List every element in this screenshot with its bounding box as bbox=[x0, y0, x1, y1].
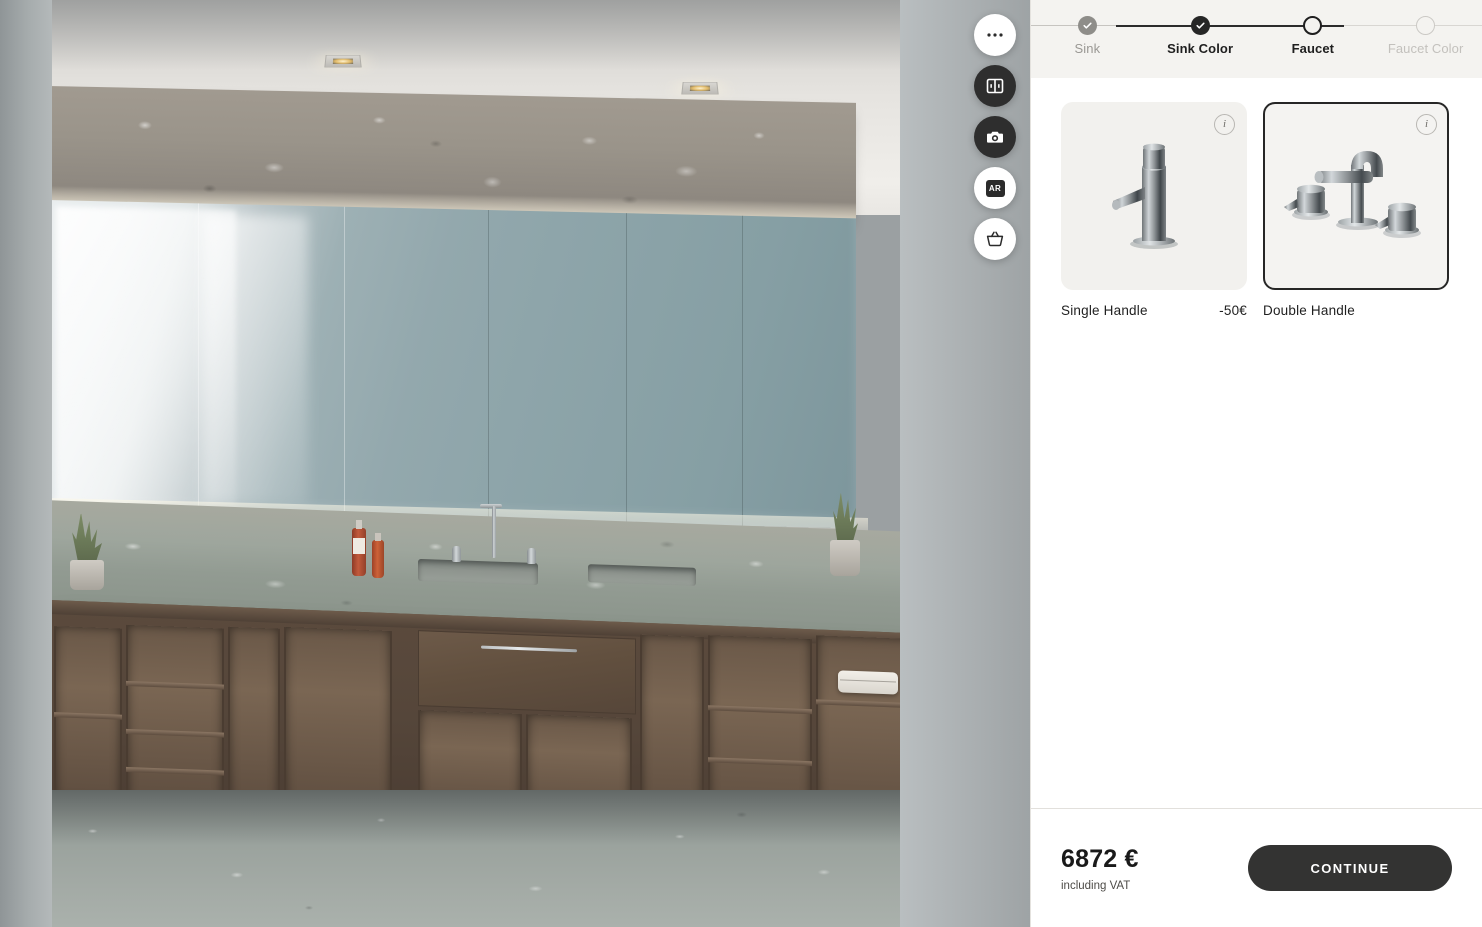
ar-button[interactable]: AR bbox=[974, 167, 1016, 209]
step-label-faucet: Faucet bbox=[1291, 41, 1335, 56]
soap-bottle bbox=[372, 533, 384, 578]
option-price: -50€ bbox=[1219, 303, 1247, 318]
floor-shadow bbox=[40, 790, 940, 845]
options-area: i Single Handle -50€ i Double Handle bbox=[1031, 78, 1482, 808]
basket-icon bbox=[985, 229, 1005, 249]
step-sink-color[interactable]: Sink Color bbox=[1144, 16, 1257, 56]
split-view-icon bbox=[985, 76, 1005, 96]
option-card-double-handle[interactable]: i Double Handle bbox=[1263, 102, 1449, 318]
sink-basin bbox=[588, 564, 696, 586]
option-meta: Double Handle bbox=[1263, 303, 1449, 318]
step-dot-current bbox=[1303, 16, 1323, 35]
camera-icon bbox=[985, 127, 1005, 147]
more-options-button[interactable] bbox=[974, 14, 1016, 56]
folded-towel bbox=[838, 670, 898, 695]
total-price: 6872 € bbox=[1061, 844, 1139, 873]
ceiling-spotlight bbox=[324, 55, 362, 68]
configurator-app: AR Sink Sink Color Faucet Faucet Color i… bbox=[0, 0, 1482, 927]
info-icon[interactable]: i bbox=[1416, 114, 1437, 135]
step-dot-pending bbox=[1416, 16, 1436, 35]
option-grid: i Single Handle -50€ i Double Handle bbox=[1061, 102, 1452, 318]
mirror-window-reflection bbox=[203, 213, 308, 506]
left-wall bbox=[0, 0, 52, 927]
faucet-spout-arm bbox=[480, 504, 502, 508]
viewport-toolbar: AR bbox=[974, 14, 1016, 260]
basket-button[interactable] bbox=[974, 218, 1016, 260]
drawer-handle bbox=[481, 645, 577, 653]
sink-basin bbox=[418, 558, 538, 586]
check-icon bbox=[1196, 22, 1205, 29]
step-sink[interactable]: Sink bbox=[1031, 16, 1144, 56]
option-card-single-handle[interactable]: i Single Handle -50€ bbox=[1061, 102, 1247, 318]
step-dot-done bbox=[1077, 16, 1097, 35]
configurator-panel: Sink Sink Color Faucet Faucet Color i Si… bbox=[1030, 0, 1482, 927]
compare-view-button[interactable] bbox=[974, 65, 1016, 107]
check-icon bbox=[1083, 22, 1092, 29]
continue-button[interactable]: CONTINUE bbox=[1248, 845, 1452, 891]
ceiling-shadow bbox=[40, 0, 960, 70]
step-label-faucet-color: Faucet Color bbox=[1387, 41, 1464, 56]
product-viewport[interactable]: AR bbox=[0, 0, 1030, 927]
faucet-handle-left bbox=[452, 546, 461, 562]
panel-footer: 6872 € including VAT CONTINUE bbox=[1031, 808, 1482, 927]
info-icon[interactable]: i bbox=[1214, 114, 1235, 135]
price-block: 6872 € including VAT bbox=[1061, 845, 1139, 892]
step-label-sink-color: Sink Color bbox=[1167, 41, 1234, 56]
plant-pot bbox=[70, 560, 104, 590]
option-label: Single Handle bbox=[1061, 303, 1148, 318]
faucet-handle-right bbox=[527, 548, 536, 564]
ar-icon: AR bbox=[985, 179, 1005, 197]
double-handle-faucet-icon bbox=[1281, 129, 1431, 264]
option-thumbnail[interactable]: i bbox=[1263, 102, 1449, 290]
step-faucet[interactable]: Faucet bbox=[1257, 16, 1370, 56]
step-label-sink: Sink bbox=[1074, 41, 1101, 56]
plant-pot bbox=[830, 540, 860, 576]
ceiling-spotlight bbox=[681, 82, 719, 95]
soap-bottle bbox=[352, 520, 366, 576]
faucet-spout bbox=[492, 506, 496, 558]
option-meta: Single Handle -50€ bbox=[1061, 303, 1247, 318]
step-faucet-color[interactable]: Faucet Color bbox=[1369, 16, 1482, 56]
snapshot-button[interactable] bbox=[974, 116, 1016, 158]
option-label: Double Handle bbox=[1263, 303, 1355, 318]
single-handle-faucet-icon bbox=[1099, 129, 1209, 264]
vanity-drawer bbox=[418, 630, 636, 715]
option-thumbnail[interactable]: i bbox=[1061, 102, 1247, 290]
ellipsis-icon bbox=[986, 32, 1004, 38]
mirror-cabinet-front bbox=[48, 200, 856, 529]
vat-note: including VAT bbox=[1061, 879, 1131, 892]
step-dot-done bbox=[1190, 16, 1210, 35]
progress-stepper: Sink Sink Color Faucet Faucet Color bbox=[1031, 0, 1482, 78]
